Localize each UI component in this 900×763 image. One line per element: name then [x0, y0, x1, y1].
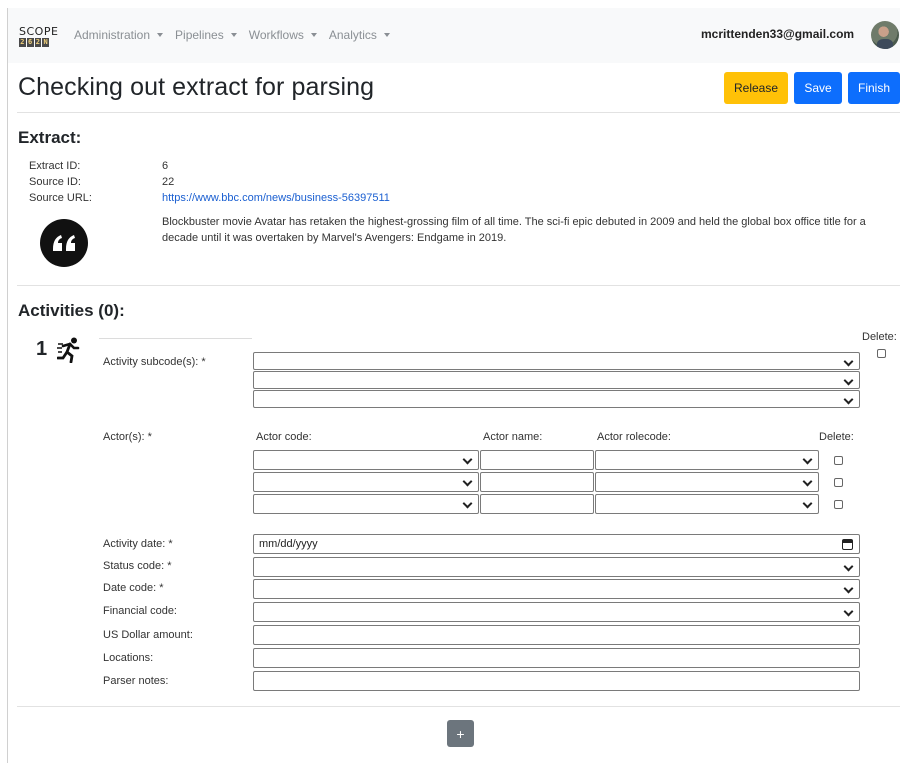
activity-delete-checkbox[interactable]: [877, 349, 886, 358]
actor-name-input-1[interactable]: [480, 450, 594, 470]
actor-rolecode-select-1[interactable]: [595, 450, 819, 470]
locations-label: Locations:: [103, 652, 154, 664]
extract-heading: Extract:: [18, 128, 82, 147]
extract-id-value: 6: [162, 160, 169, 172]
date-code-label: Date code: *: [103, 582, 164, 594]
usd-amount-input[interactable]: [253, 625, 860, 645]
activity-separator: [99, 338, 252, 339]
release-button[interactable]: Release: [724, 72, 788, 104]
financial-code-label: Financial code:: [103, 605, 177, 617]
window-left-border: [7, 8, 8, 763]
save-button[interactable]: Save: [794, 72, 842, 104]
actor-delete-checkbox-3[interactable]: [834, 500, 843, 509]
activity-date-label: Activity date: *: [103, 538, 173, 550]
logo-tile: 2: [19, 38, 26, 47]
actor-delete-checkbox-2[interactable]: [834, 478, 843, 487]
top-navbar: SCOPE 2 6 2 N Administration Pipelines W…: [8, 8, 900, 63]
status-code-label: Status code: *: [103, 560, 172, 572]
actor-delete-checkbox-1[interactable]: [834, 456, 843, 465]
parser-notes-label: Parser notes:: [103, 675, 169, 687]
caret-down-icon: [310, 33, 317, 37]
actor-code-select-1[interactable]: [253, 450, 479, 470]
activity-date-input[interactable]: mm/dd/yyyy: [253, 534, 860, 554]
scope-logo[interactable]: SCOPE 2 6 2 N: [19, 25, 59, 47]
actor-rolecode-header: Actor rolecode:: [597, 431, 671, 443]
actor-code-select-2[interactable]: [253, 472, 479, 492]
divider: [17, 285, 900, 286]
logo-tile: 2: [34, 38, 42, 47]
nav-label: Administration: [74, 28, 151, 42]
logo-tiles: 2 6 2 N: [19, 38, 49, 47]
locations-input[interactable]: [253, 648, 860, 668]
extract-id-label: Extract ID:: [29, 160, 81, 172]
nav-label: Workflows: [248, 28, 304, 42]
nav-workflows[interactable]: Workflows: [249, 28, 317, 42]
caret-down-icon: [157, 33, 164, 37]
parser-notes-input[interactable]: [253, 671, 860, 691]
calendar-icon[interactable]: [842, 539, 853, 550]
runner-icon: [57, 337, 80, 363]
extract-text: Blockbuster movie Avatar has retaken the…: [162, 216, 866, 244]
logo-tile: 6: [26, 38, 34, 47]
divider: [17, 706, 900, 707]
actor-name-input-2[interactable]: [480, 472, 594, 492]
actor-code-select-3[interactable]: [253, 494, 479, 514]
avatar[interactable]: [871, 21, 899, 49]
nav-pipelines[interactable]: Pipelines: [175, 28, 237, 42]
source-id-value: 22: [162, 176, 175, 188]
quote-icon: [40, 219, 88, 267]
actor-rolecode-select-3[interactable]: [595, 494, 819, 514]
status-code-select[interactable]: [253, 557, 860, 577]
subcodes-label: Activity subcode(s): *: [103, 356, 206, 368]
logo-tile: N: [42, 38, 49, 47]
nav-menu: Administration Pipelines Workflows Analy…: [74, 28, 390, 42]
source-url-label: Source URL:: [29, 192, 92, 204]
logo-wordmark: SCOPE: [19, 25, 59, 38]
source-id-label: Source ID:: [29, 176, 81, 188]
add-activity-button[interactable]: +: [447, 720, 474, 747]
caret-down-icon: [230, 33, 237, 37]
divider: [17, 112, 900, 113]
actor-rolecode-select-2[interactable]: [595, 472, 819, 492]
subcode-select-3[interactable]: [253, 390, 860, 408]
actor-delete-header: Delete:: [819, 431, 854, 443]
activity-number: 1: [36, 338, 48, 360]
actors-label: Actor(s): *: [103, 431, 152, 443]
page-title: Checking out extract for parsing: [18, 73, 375, 101]
nav-administration[interactable]: Administration: [74, 28, 164, 42]
activity-delete-label: Delete:: [862, 331, 897, 343]
window-top: [0, 0, 900, 8]
date-placeholder: mm/dd/yyyy: [259, 538, 318, 550]
subcode-select-1[interactable]: [253, 352, 860, 370]
nav-label: Pipelines: [175, 28, 224, 42]
source-url-link[interactable]: https://www.bbc.com/news/business-563975…: [162, 192, 390, 204]
nav-label: Analytics: [328, 28, 377, 42]
subcode-select-2[interactable]: [253, 371, 860, 389]
actor-name-header: Actor name:: [483, 431, 543, 443]
actor-code-header: Actor code:: [256, 431, 312, 443]
user-email[interactable]: mcrittenden33@gmail.com: [701, 27, 854, 41]
actor-name-input-3[interactable]: [480, 494, 594, 514]
activities-heading: Activities (0):: [18, 301, 125, 320]
finish-button[interactable]: Finish: [848, 72, 900, 104]
date-code-select[interactable]: [253, 579, 860, 599]
caret-down-icon: [383, 33, 390, 37]
usd-amount-label: US Dollar amount:: [103, 629, 193, 641]
financial-code-select[interactable]: [253, 602, 860, 622]
nav-analytics[interactable]: Analytics: [329, 28, 390, 42]
